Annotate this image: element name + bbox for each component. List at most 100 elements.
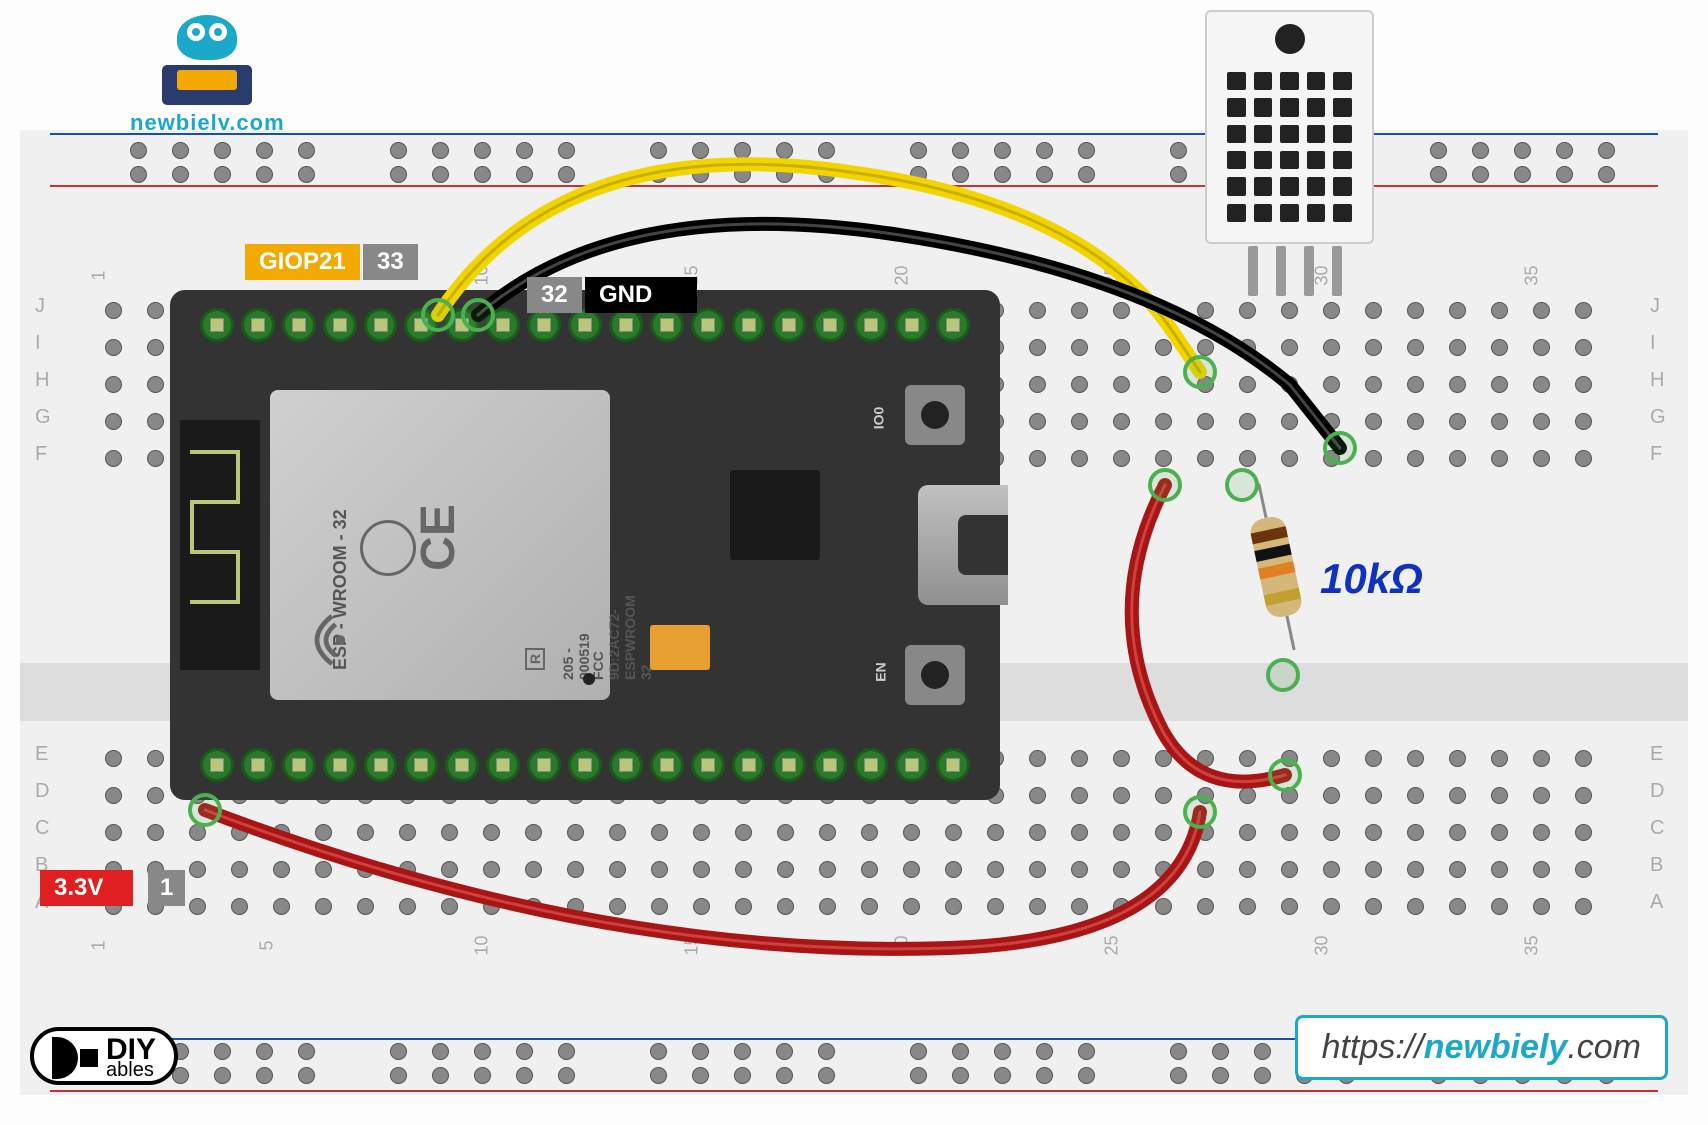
esp32-pin — [323, 748, 357, 782]
breadboard-hole — [945, 898, 962, 915]
breadboard-hole — [1155, 302, 1172, 319]
breadboard-hole — [1449, 413, 1466, 430]
col-label: 20 — [892, 265, 913, 285]
breadboard-hole — [172, 142, 189, 159]
breadboard-hole — [1365, 861, 1382, 878]
esp32-pin — [609, 308, 643, 342]
esp32-pin — [772, 308, 806, 342]
breadboard-hole — [693, 861, 710, 878]
esp32-pin — [486, 748, 520, 782]
breadboard-hole — [1430, 166, 1447, 183]
breadboard-hole — [861, 861, 878, 878]
breadboard-hole — [1155, 824, 1172, 841]
breadboard-hole — [1281, 450, 1298, 467]
breadboard-hole — [1514, 142, 1531, 159]
breadboard-hole — [1071, 787, 1088, 804]
breadboard-hole — [734, 142, 751, 159]
breadboard-hole — [1113, 302, 1130, 319]
row-label: H — [35, 369, 49, 392]
dht22-pin-nc — [1304, 246, 1314, 296]
breadboard-hole — [147, 302, 164, 319]
breadboard-hole — [315, 898, 332, 915]
breadboard-hole — [399, 824, 416, 841]
breadboard-hole — [1197, 339, 1214, 356]
breadboard-hole — [1533, 824, 1550, 841]
diyables-icon — [52, 1037, 98, 1079]
row-label: H — [1650, 369, 1664, 392]
ce-mark: CE — [411, 504, 466, 571]
breadboard-hole — [735, 898, 752, 915]
breadboard-hole — [903, 861, 920, 878]
breadboard-hole — [231, 861, 248, 878]
breadboard-hole — [1071, 898, 1088, 915]
breadboard-hole — [147, 787, 164, 804]
row-label: C — [35, 817, 49, 840]
breadboard-hole — [1407, 302, 1424, 319]
row-label: C — [1650, 817, 1664, 840]
breadboard-hole — [952, 142, 969, 159]
breadboard-hole — [1575, 861, 1592, 878]
breadboard-hole — [1155, 787, 1172, 804]
breadboard-hole — [483, 861, 500, 878]
breadboard-hole — [1071, 750, 1088, 767]
breadboard-hole — [1113, 750, 1130, 767]
breadboard-hole — [1407, 787, 1424, 804]
breadboard-hole — [1407, 376, 1424, 393]
breadboard-hole — [1071, 450, 1088, 467]
breadboard-hole — [1365, 750, 1382, 767]
esp32-pin — [282, 308, 316, 342]
dht22-pins — [1205, 246, 1385, 296]
breadboard-hole — [1239, 302, 1256, 319]
esp32-pin — [200, 748, 234, 782]
breadboard-hole — [214, 142, 231, 159]
breadboard-hole — [1029, 302, 1046, 319]
breadboard-hole — [1407, 750, 1424, 767]
breadboard-hole — [1239, 339, 1256, 356]
breadboard-hole — [1170, 166, 1187, 183]
breadboard-hole — [1113, 824, 1130, 841]
col-label: 5 — [257, 940, 278, 950]
breadboard-hole — [1491, 413, 1508, 430]
breadboard-hole — [734, 166, 751, 183]
breadboard-hole — [1239, 824, 1256, 841]
breadboard-hole — [1113, 861, 1130, 878]
esp32-pin — [241, 748, 275, 782]
url-domain: newbiely — [1424, 1028, 1568, 1066]
breadboard-hole — [1071, 824, 1088, 841]
breadboard-hole — [1575, 787, 1592, 804]
breadboard-hole — [1029, 750, 1046, 767]
breadboard-hole — [651, 861, 668, 878]
breadboard-hole — [1598, 142, 1615, 159]
breadboard-hole — [105, 339, 122, 356]
breadboard-hole — [1239, 376, 1256, 393]
breadboard-hole — [1029, 339, 1046, 356]
breadboard-hole — [1556, 142, 1573, 159]
breadboard-hole — [1197, 898, 1214, 915]
dht22-grille — [1227, 72, 1352, 222]
esp32-pin — [282, 748, 316, 782]
breadboard-hole — [1197, 450, 1214, 467]
resistor-band-gold — [1264, 588, 1302, 606]
label-pin32: 32 — [527, 277, 582, 313]
breadboard-hole — [525, 824, 542, 841]
breadboard-hole — [189, 898, 206, 915]
breadboard-hole — [609, 861, 626, 878]
row-label: B — [1650, 854, 1663, 877]
dht22-sensor — [1205, 10, 1385, 290]
breadboard-hole — [105, 450, 122, 467]
breadboard-hole — [1155, 376, 1172, 393]
breadboard-hole — [1170, 142, 1187, 159]
esp32-pin — [650, 308, 684, 342]
resistor-band-brown — [1250, 526, 1288, 544]
laptop-icon — [162, 65, 252, 105]
breadboard-hole — [1533, 450, 1550, 467]
breadboard-hole — [441, 824, 458, 841]
tie-point — [1266, 658, 1300, 692]
breadboard-hole — [1449, 339, 1466, 356]
breadboard-hole — [1029, 898, 1046, 915]
breadboard-hole — [1078, 166, 1095, 183]
mcu-chip — [730, 470, 820, 560]
breadboard-hole — [1078, 142, 1095, 159]
breadboard-hole — [1407, 898, 1424, 915]
breadboard-hole — [1239, 450, 1256, 467]
